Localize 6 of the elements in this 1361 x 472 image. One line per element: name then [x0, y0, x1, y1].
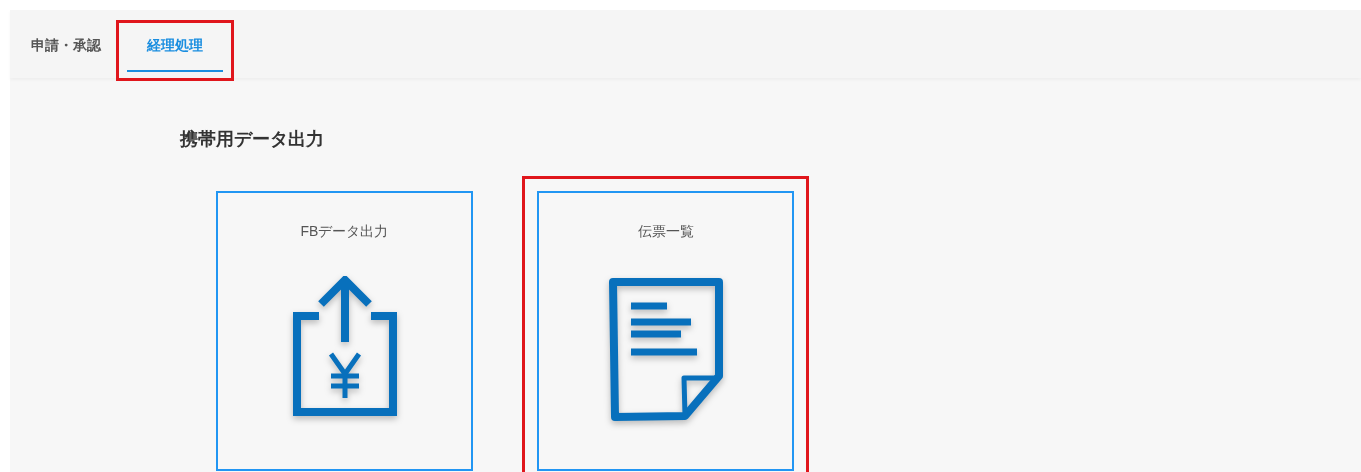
yen-upload-icon [290, 276, 399, 416]
document-icon [606, 276, 725, 422]
menu-card[interactable]: FBデータ出力 [216, 191, 473, 471]
menu-card[interactable]: 伝票一覧 [537, 191, 794, 471]
section-title: 携帯用データ出力 [180, 128, 325, 151]
tab[interactable]: 申請・承認 [29, 33, 103, 72]
